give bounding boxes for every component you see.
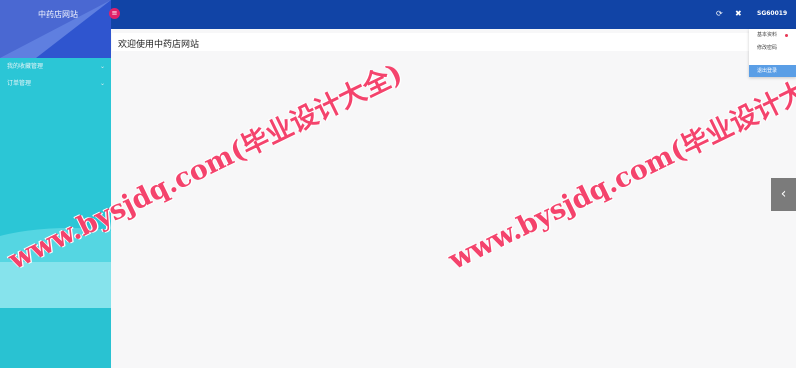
logout-button[interactable]: 退出登录 — [749, 65, 796, 77]
sidebar-logo-area: 中药店网站 — [0, 0, 111, 58]
menu-toggle-icon[interactable]: ≡ — [109, 8, 120, 19]
sidebar-nav: 我的收藏管理 ⌄ 订单管理 ⌄ — [0, 58, 111, 92]
notification-dot-icon — [785, 34, 788, 37]
sidebar-item-label: 订单管理 — [7, 80, 32, 87]
sidebar-item-label: 我的收藏管理 — [7, 63, 44, 70]
dropdown-item-label: 修改密码 — [757, 45, 778, 51]
user-menu[interactable]: SG60019 — [757, 10, 787, 17]
dropdown-item-label: 基本资料 — [757, 32, 778, 38]
page-title: 欢迎使用中药店网站 — [118, 40, 200, 50]
chevron-down-icon: ⌄ — [99, 80, 105, 87]
watermark-text: www.bysjdq.com(毕业设计大全) — [443, 58, 796, 277]
user-dropdown: 基本资料 修改密码 退出登录 — [749, 29, 796, 77]
welcome-bar: 欢迎使用中药店网站 — [112, 33, 750, 51]
chevron-down-icon: ⌄ — [99, 63, 105, 70]
dropdown-item-profile[interactable]: 基本资料 — [749, 29, 796, 42]
top-header: ≡ ⟳ ✖ SG60019 — [109, 0, 796, 29]
chevron-left-icon[interactable]: ‹ — [771, 178, 796, 211]
sidebar-bottom-decoration — [0, 308, 111, 368]
sidebar-item-favorites[interactable]: 我的收藏管理 ⌄ — [0, 58, 111, 75]
refresh-icon[interactable]: ⟳ — [716, 9, 723, 18]
dropdown-item-change-password[interactable]: 修改密码 — [749, 42, 796, 55]
sidebar-item-orders[interactable]: 订单管理 ⌄ — [0, 75, 111, 92]
sidebar-wave-decoration — [0, 262, 111, 308]
sidebar: 中药店网站 我的收藏管理 ⌄ 订单管理 ⌄ — [0, 0, 111, 368]
site-logo-text[interactable]: 中药店网站 — [38, 9, 78, 20]
fullscreen-icon[interactable]: ✖ — [735, 9, 742, 18]
